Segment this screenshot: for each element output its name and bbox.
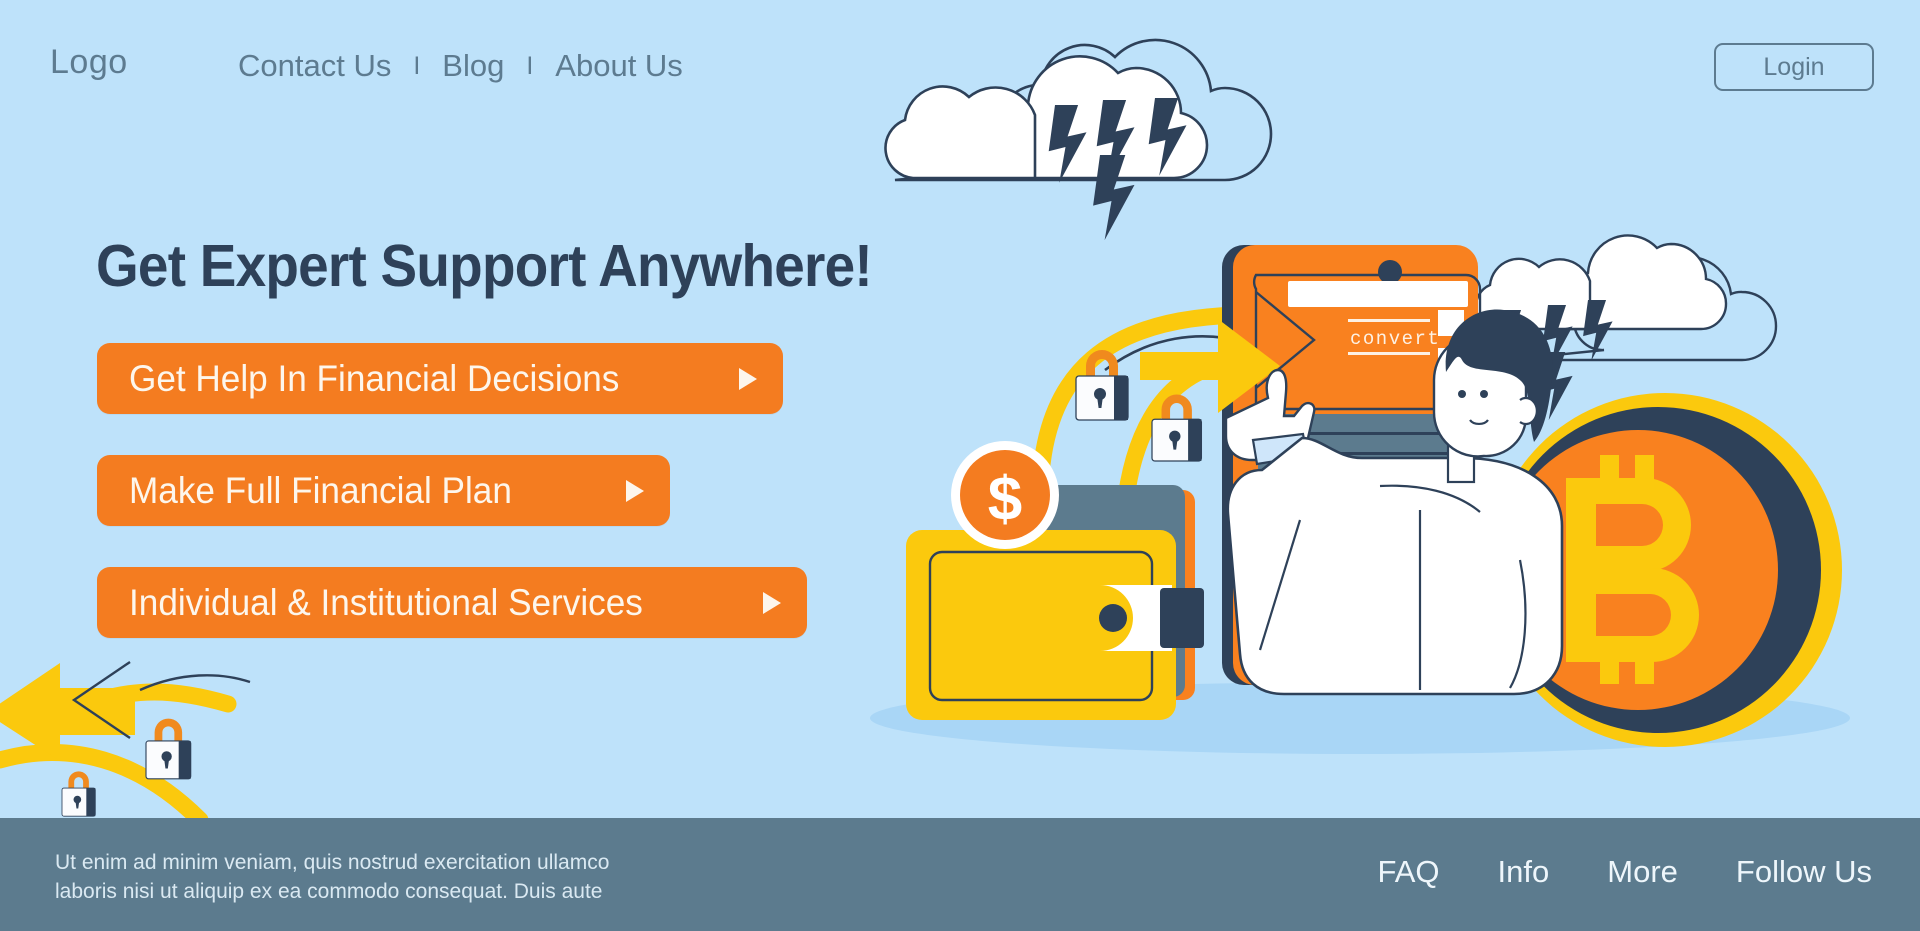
yellow-cables — [1031, 306, 1269, 569]
site-footer: Ut enim ad minim veniam, quis nostrud ex… — [0, 818, 1920, 931]
eye — [1458, 390, 1466, 398]
person-pointing — [1224, 309, 1564, 696]
bitcoin-symbol — [1566, 455, 1699, 684]
main-nav: Contact Us I Blog I About Us — [238, 48, 683, 84]
cta-label: Get Help In Financial Decisions — [129, 357, 620, 399]
cta-button-financial-plan[interactable]: Make Full Financial Plan — [97, 455, 670, 526]
play-arrow-icon — [763, 591, 781, 614]
cta-button-list: Get Help In Financial Decisions Make Ful… — [97, 343, 807, 679]
navy-curve-line — [1104, 335, 1246, 372]
screen-line — [1348, 352, 1430, 355]
lightning-bolt — [1583, 300, 1613, 361]
footer-nav: FAQ Info More Follow Us — [1378, 854, 1872, 890]
screen-input-bar — [1288, 281, 1468, 307]
screen-line — [1348, 319, 1430, 322]
lightning-bolt — [1498, 310, 1528, 371]
footer-link-faq[interactable]: FAQ — [1378, 854, 1440, 890]
play-arrow-icon — [626, 479, 644, 502]
dollar-symbol: $ — [988, 465, 1022, 534]
page-title: Get Expert Support Anywhere! — [96, 233, 873, 299]
ear — [1519, 396, 1538, 426]
yellow-arrow-into-device — [1140, 291, 1316, 413]
screen-checkbox — [1438, 348, 1464, 374]
wallet — [906, 485, 1204, 720]
nav-separator: I — [413, 51, 421, 80]
play-arrow-icon — [739, 367, 757, 390]
lightning-bolt — [1539, 352, 1573, 421]
footer-description-line1: Ut enim ad minim veniam, quis nostrud ex… — [55, 851, 610, 874]
cta-label: Make Full Financial Plan — [129, 469, 512, 511]
padlock-icon — [1151, 393, 1203, 462]
footer-description: Ut enim ad minim veniam, quis nostrud ex… — [55, 848, 609, 906]
rain-cloud-right — [1474, 234, 1778, 421]
logo[interactable]: Logo — [50, 43, 128, 82]
mouth — [1469, 419, 1489, 425]
tablet-device: convert — [1222, 245, 1482, 686]
camera-dot — [1378, 260, 1402, 284]
lightning-bolt — [1543, 305, 1573, 366]
footer-description-line2: laboris nisi ut aliquip ex ea commodo co… — [55, 880, 603, 903]
padlock-icon — [1075, 349, 1129, 421]
ground-shadow — [870, 682, 1850, 754]
wallet-clasp — [1100, 585, 1172, 651]
screen-text: convert — [1350, 328, 1440, 350]
lightning-bolt — [1093, 155, 1135, 241]
nav-link-about-us[interactable]: About Us — [555, 48, 683, 84]
bottom-left-cables — [0, 683, 237, 829]
login-button[interactable]: Login — [1714, 43, 1874, 91]
nav-link-contact-us[interactable]: Contact Us — [238, 48, 391, 84]
bitcoin-coin — [1488, 393, 1842, 747]
padlock-icon — [61, 770, 96, 817]
nav-link-blog[interactable]: Blog — [442, 48, 504, 84]
page-stage: convert $ Logo Contact Us I Blog I About… — [0, 0, 1920, 931]
cta-button-financial-decisions[interactable]: Get Help In Financial Decisions — [97, 343, 783, 414]
footer-link-info[interactable]: Info — [1498, 854, 1550, 890]
footer-link-more[interactable]: More — [1607, 854, 1678, 890]
eye — [1480, 390, 1488, 398]
screen-checkbox — [1438, 310, 1464, 336]
footer-link-follow-us[interactable]: Follow Us — [1736, 854, 1872, 890]
cta-label: Individual & Institutional Services — [129, 581, 643, 623]
nav-separator: I — [526, 51, 534, 80]
padlock-icon — [145, 718, 192, 780]
site-header: Logo Contact Us I Blog I About Us Login — [0, 0, 1920, 118]
cta-button-institutional-services[interactable]: Individual & Institutional Services — [97, 567, 807, 638]
dollar-coin: $ — [951, 441, 1059, 549]
